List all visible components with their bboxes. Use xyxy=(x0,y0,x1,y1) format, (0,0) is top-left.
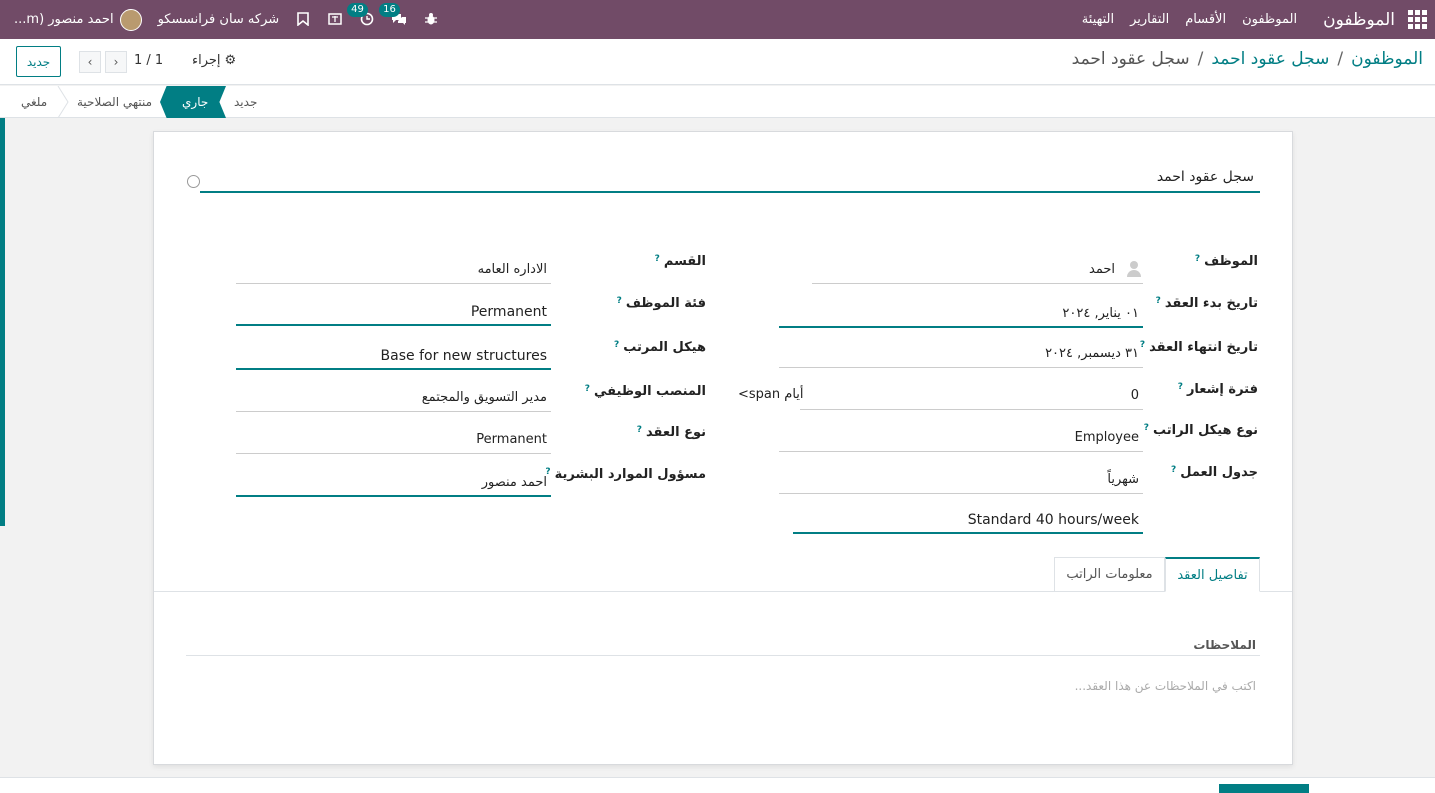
person-icon xyxy=(1127,261,1141,277)
end-date-field[interactable]: ٣١ ديسمبر, ٢٠٢٤ xyxy=(779,340,1143,368)
bookmark-icon[interactable] xyxy=(295,11,311,28)
control-panel: الموظفون / سجل عقود احمد / سجل عقود احمد… xyxy=(0,39,1435,85)
user-name: احمد منصور (m... xyxy=(14,12,114,27)
structure-type-label: نوع هيكل الراتب? xyxy=(1143,423,1258,438)
hr-responsible-label: مسؤول الموارد البشرية? xyxy=(545,467,706,482)
stage-running[interactable]: جاري xyxy=(160,86,226,118)
avatar xyxy=(119,8,142,31)
debug-bug-icon[interactable] xyxy=(423,12,439,28)
employee-category-field[interactable]: Permanent xyxy=(236,298,551,326)
salary-structure-field[interactable]: Base for new structures xyxy=(236,342,551,370)
salary-structure-label: هيكل المرتب? xyxy=(613,340,706,355)
start-date-field[interactable]: ٠١ يناير, ٢٠٢٤ xyxy=(779,300,1143,328)
tab-salary-information[interactable]: معلومات الراتب xyxy=(1054,557,1165,592)
app-brand[interactable]: الموظفون xyxy=(1323,10,1395,30)
breadcrumb-separator: / xyxy=(1337,49,1344,69)
messages-icon[interactable]: 16 xyxy=(379,2,407,28)
structure-type-field[interactable]: Employee xyxy=(779,424,1143,452)
working-schedule-field[interactable]: شهرياً xyxy=(779,466,1143,494)
notes-textarea[interactable]: اكتب في الملاحظات عن هذا العقد... xyxy=(1075,679,1256,693)
notes-label: الملاحظات xyxy=(1193,638,1256,652)
pager-prev-button[interactable]: ‹ xyxy=(79,51,101,73)
notes-divider xyxy=(186,655,1260,656)
department-label: القسم? xyxy=(654,254,706,269)
breadcrumb-current: سجل عقود احمد xyxy=(1071,49,1190,69)
activity-badge: 49 xyxy=(347,2,368,17)
salary-structure-value: Base for new structures xyxy=(380,348,547,364)
hr-responsible-field[interactable]: احمد منصور xyxy=(236,469,551,497)
notice-period-label: فترة إشعار? xyxy=(1177,382,1258,397)
contract-name-input[interactable]: سجل عقود احمد xyxy=(200,162,1260,193)
breadcrumb-parent[interactable]: سجل عقود احمد xyxy=(1211,49,1329,69)
breadcrumb-separator: / xyxy=(1197,49,1204,69)
notice-unit: أيام span> xyxy=(738,387,804,402)
start-date-label: تاريخ بدء العقد? xyxy=(1155,296,1258,311)
menu-departments[interactable]: الأقسام xyxy=(1185,12,1226,27)
stage-divider xyxy=(57,86,69,118)
hr-responsible-value: احمد منصور xyxy=(481,475,547,490)
new-button[interactable]: جديد xyxy=(16,46,61,77)
employee-value: احمد xyxy=(1089,262,1115,277)
pager-value[interactable]: 1 / 1 xyxy=(134,53,163,68)
status-bar: جديد جاري منتهي الصلاحية ملغي xyxy=(0,86,1435,118)
menu-reports[interactable]: التقارير xyxy=(1130,12,1169,27)
stage-expired[interactable]: منتهي الصلاحية xyxy=(77,86,152,118)
employee-field[interactable]: احمد xyxy=(812,256,1143,284)
tab-contract-details[interactable]: تفاصيل العقد xyxy=(1165,557,1260,592)
employee-category-label: فئة الموظف? xyxy=(616,296,706,311)
working-schedule-value: شهرياً xyxy=(1107,472,1139,487)
apps-menu-icon[interactable] xyxy=(1407,9,1427,30)
send-message-button[interactable] xyxy=(1219,784,1309,793)
user-menu[interactable]: احمد منصور (m... xyxy=(14,8,142,31)
structure-type-value: Employee xyxy=(1074,430,1139,445)
chevron-left-icon: ‹ xyxy=(87,55,93,69)
notice-period-value: 0 xyxy=(1130,388,1139,403)
contract-type-label: نوع العقد? xyxy=(636,425,706,440)
end-date-value: ٣١ ديسمبر, ٢٠٢٤ xyxy=(1045,346,1139,361)
pager-next-button[interactable]: › xyxy=(105,51,127,73)
messages-badge: 16 xyxy=(379,2,400,17)
employee-category-value: Permanent xyxy=(470,304,547,320)
breadcrumb: الموظفون / سجل عقود احمد / سجل عقود احمد xyxy=(1072,49,1423,69)
start-date-value: ٠١ يناير, ٢٠٢٤ xyxy=(1062,306,1139,321)
language-icon[interactable] xyxy=(327,12,343,28)
priority-radio[interactable] xyxy=(187,175,200,188)
employee-label: الموظف? xyxy=(1194,254,1258,269)
job-position-value: مدير التسويق والمجتمع xyxy=(421,390,547,405)
end-date-label: تاريخ انتهاء العقد? xyxy=(1139,340,1258,355)
resource-calendar-field[interactable]: Standard 40 hours/week xyxy=(793,506,1143,534)
breadcrumb-root[interactable]: الموظفون xyxy=(1351,49,1423,69)
form-sheet: سجل عقود احمد الموظف? احمد تاريخ بدء الع… xyxy=(153,131,1293,765)
top-navbar: الموظفون الموظفون الأقسام التقارير التهي… xyxy=(0,0,1435,39)
resource-calendar-value: Standard 40 hours/week xyxy=(967,512,1139,528)
menu-employees[interactable]: الموظفون xyxy=(1242,12,1297,27)
gear-icon: ⚙ xyxy=(224,53,237,68)
scroll-accent xyxy=(0,118,5,526)
working-schedule-label: جدول العمل? xyxy=(1171,465,1258,480)
department-field[interactable]: الاداره العامه xyxy=(236,256,551,284)
stage-new[interactable]: جديد xyxy=(234,86,257,118)
job-position-label: المنصب الوظيفي? xyxy=(584,384,706,399)
contract-type-value: Permanent xyxy=(476,432,547,447)
contract-type-field[interactable]: Permanent xyxy=(236,426,551,454)
activity-clock-icon[interactable]: 49 xyxy=(347,2,375,28)
menu-configuration[interactable]: التهيئة xyxy=(1082,12,1114,27)
action-menu-button[interactable]: ⚙ إجراء xyxy=(192,53,236,68)
action-label: إجراء xyxy=(192,53,221,68)
job-position-field[interactable]: مدير التسويق والمجتمع xyxy=(236,384,551,412)
stage-cancelled[interactable]: ملغي xyxy=(21,86,47,118)
notice-period-field[interactable]: 0 xyxy=(800,382,1143,410)
department-value: الاداره العامه xyxy=(477,262,547,277)
chevron-right-icon: › xyxy=(113,55,119,69)
company-switcher[interactable]: شركه سان فرانسسكو xyxy=(158,12,280,27)
contract-name-value: سجل عقود احمد xyxy=(1156,169,1254,185)
